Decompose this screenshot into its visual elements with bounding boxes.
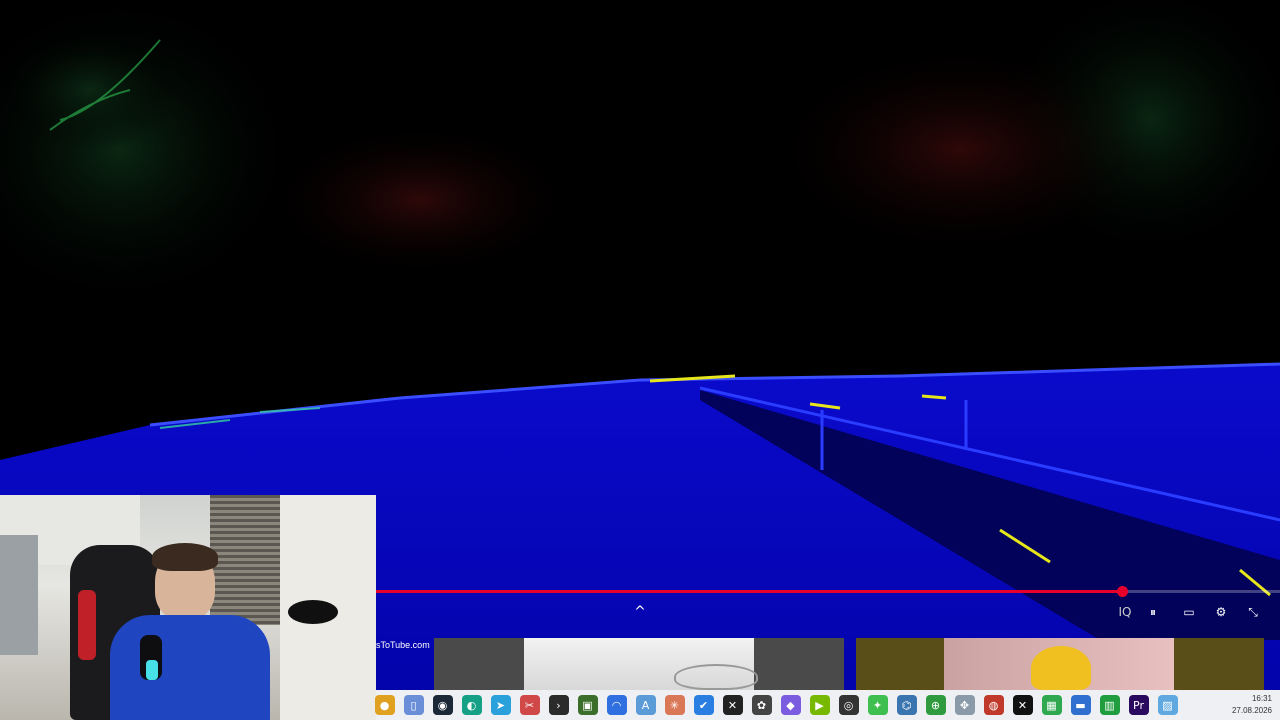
capcut-icon[interactable]: ✕ [722, 695, 743, 715]
clock-date: 27.08.2026 [1231, 706, 1272, 715]
steam-icon[interactable]: ◉ [432, 695, 453, 715]
channel-url-label: sToTube.com [376, 640, 430, 650]
chrome-icon[interactable]: ● [374, 695, 395, 715]
premiere-icon[interactable]: Pr [1128, 695, 1149, 715]
puzzle-icon[interactable]: ✥ [954, 695, 975, 715]
arc-icon[interactable]: ◠ [606, 695, 627, 715]
python-icon[interactable]: ⌬ [896, 695, 917, 715]
bike-seat [288, 600, 338, 624]
video-progress-scrubber[interactable] [1116, 586, 1128, 597]
red-haze-left [260, 120, 580, 280]
video-card-2-character [1031, 646, 1091, 690]
todo-icon[interactable]: ✔ [693, 695, 714, 715]
webcam-overlay [0, 495, 376, 720]
clock-time: 16:31 [1251, 694, 1272, 703]
chair-red-accent [78, 590, 96, 660]
globe-icon[interactable]: ⊕ [925, 695, 946, 715]
mic-glow [146, 660, 158, 680]
chatgpt-icon[interactable]: ✿ [751, 695, 772, 715]
pause-button[interactable]: ⏸ [1142, 602, 1164, 622]
video-progress-bar[interactable] [376, 586, 1280, 597]
obs-icon[interactable]: ◎ [838, 695, 859, 715]
quality-badge-button[interactable]: IQ [1114, 602, 1136, 622]
video-card-1[interactable] [434, 638, 844, 690]
red-haze-right [760, 40, 1160, 260]
image-viewer-icon[interactable]: ▨ [1157, 695, 1178, 715]
fridge [0, 535, 38, 655]
snipping-tool-icon[interactable]: ✂ [519, 695, 540, 715]
pin-icon[interactable]: ✦ [867, 695, 888, 715]
system-clock[interactable]: 16:31 27.08.2026 [1232, 693, 1272, 717]
video-card-2[interactable] [856, 638, 1264, 690]
car-icon[interactable]: ▬ [1070, 695, 1091, 715]
davinci-icon[interactable]: ◍ [983, 695, 1004, 715]
video-card-1-sketch [674, 664, 758, 690]
gpu-z-icon[interactable]: ▣ [577, 695, 598, 715]
exit-fullscreen-button[interactable]: ⤡ [1242, 602, 1264, 622]
terminal-icon[interactable]: › [548, 695, 569, 715]
streamer-jacket [110, 615, 270, 720]
settings-button[interactable]: ⚙ [1210, 602, 1232, 622]
window-blinds [210, 495, 280, 625]
obsidian-icon[interactable]: ◆ [780, 695, 801, 715]
subtitles-button[interactable]: ▭ [1178, 602, 1200, 622]
x-icon[interactable]: ✕ [1012, 695, 1033, 715]
charts-icon[interactable]: ▥ [1099, 695, 1120, 715]
telegram-icon[interactable]: ➤ [490, 695, 511, 715]
minecraft-icon[interactable]: ▦ [1041, 695, 1062, 715]
suggested-videos-strip: sToTube.com [376, 638, 1280, 690]
windows-taskbar: ● ▯ ◉ ◐ ➤ ✂ › ▣ ◠ A ✳ ✔ ✕ ✿ ◆ ▶ ◎ ✦ ⌬ ⊕ ✥ ◍ ✕ ▦ ▬ ▥ Pr ▨ 16:31 27.0… [374, 690, 1280, 720]
chevron-up-icon[interactable]: ^ [630, 602, 650, 622]
video-progress-fill [376, 590, 1122, 593]
file-icon[interactable]: ▯ [403, 695, 424, 715]
edge-icon[interactable]: ◐ [461, 695, 482, 715]
nvidia-icon[interactable]: ▶ [809, 695, 830, 715]
streamer-hair [152, 543, 218, 571]
atlas-icon[interactable]: A [635, 695, 656, 715]
claude-icon[interactable]: ✳ [664, 695, 685, 715]
